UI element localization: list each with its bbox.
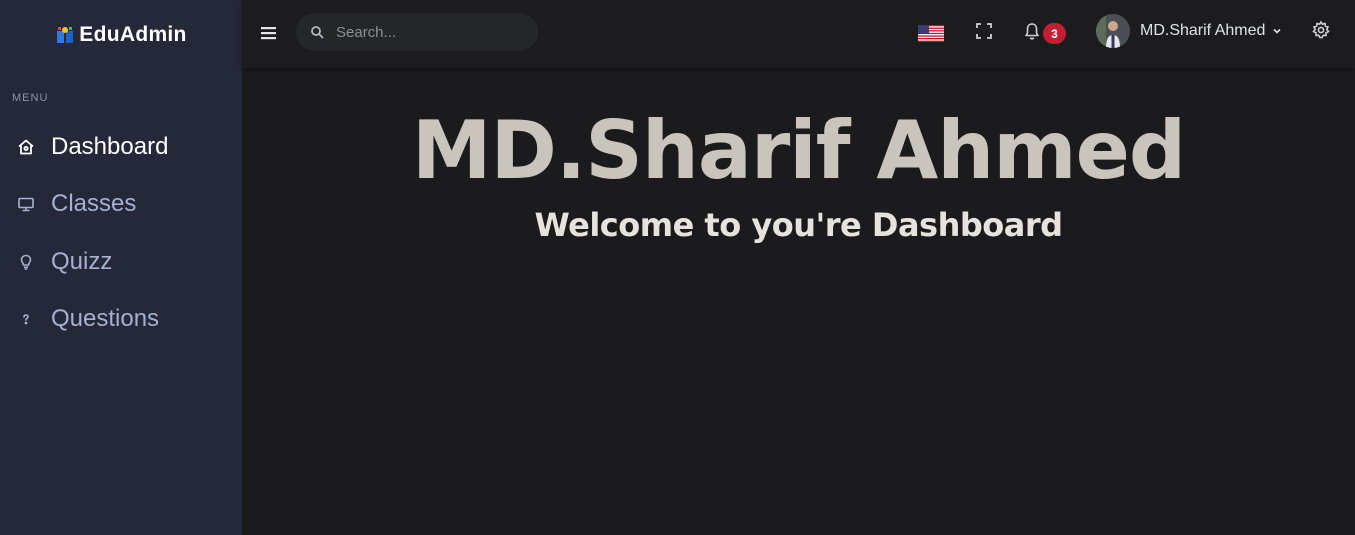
fullscreen-icon[interactable] bbox=[975, 22, 993, 40]
sidebar-item-classes[interactable]: Classes bbox=[0, 176, 242, 234]
main-content: MD.Sharif Ahmed Welcome to you're Dashbo… bbox=[242, 68, 1355, 535]
sidebar-item-label: Questions bbox=[51, 305, 160, 333]
sidebar-item-label: Dashboard bbox=[51, 132, 169, 160]
app-root: EduAdmin MENU Dashboard Classes Quizz Qu… bbox=[0, 0, 1355, 535]
user-name: MD.Sharif Ahmed bbox=[1140, 22, 1266, 39]
topbar: 3 MD.Sharif Ahmed bbox=[242, 0, 1355, 68]
monitor-icon bbox=[16, 194, 36, 214]
search-box bbox=[296, 13, 538, 51]
lightbulb-icon bbox=[16, 252, 36, 272]
menu-title: MENU bbox=[12, 92, 49, 104]
sidebar-nav: Dashboard Classes Quizz Questions bbox=[0, 118, 242, 348]
page-title: MD.Sharif Ahmed bbox=[411, 104, 1186, 197]
search-input[interactable] bbox=[336, 23, 526, 41]
sidebar: EduAdmin MENU Dashboard Classes Quizz Qu… bbox=[0, 0, 242, 535]
avatar bbox=[1096, 14, 1130, 48]
user-menu[interactable]: MD.Sharif Ahmed bbox=[1096, 14, 1282, 48]
sidebar-item-quizz[interactable]: Quizz bbox=[0, 233, 242, 291]
sidebar-item-questions[interactable]: Questions bbox=[0, 291, 242, 349]
sidebar-item-dashboard[interactable]: Dashboard bbox=[0, 118, 242, 176]
chevron-down-icon bbox=[1272, 26, 1282, 36]
gear-icon[interactable] bbox=[1311, 20, 1331, 40]
bell-icon[interactable] bbox=[1022, 21, 1042, 41]
home-icon bbox=[16, 137, 36, 157]
hamburger-icon[interactable] bbox=[260, 22, 278, 44]
welcome-subtitle: Welcome to you're Dashboard bbox=[534, 206, 1063, 244]
brand[interactable]: EduAdmin bbox=[0, 0, 242, 70]
brand-name: EduAdmin bbox=[79, 23, 187, 46]
notification-badge: 3 bbox=[1043, 23, 1066, 44]
question-icon bbox=[16, 309, 36, 329]
sidebar-item-label: Quizz bbox=[51, 247, 113, 275]
us-flag-icon[interactable] bbox=[918, 25, 944, 42]
sidebar-item-label: Classes bbox=[51, 190, 137, 218]
edu-logo-icon bbox=[55, 25, 75, 45]
search-icon bbox=[310, 25, 324, 39]
